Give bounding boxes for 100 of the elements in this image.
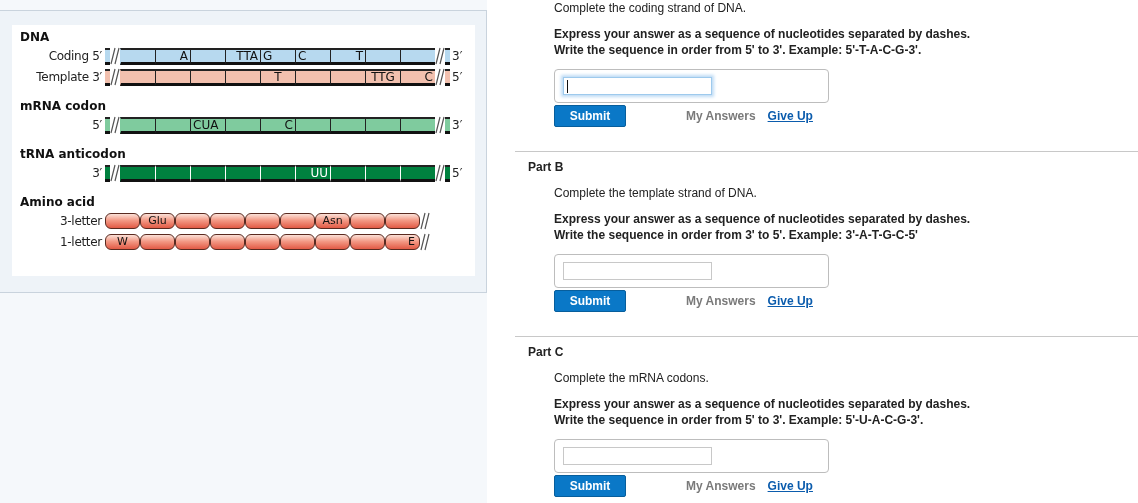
end-label: 3′ [452, 49, 463, 63]
trna-segment [330, 164, 365, 182]
template-strand-segment [120, 68, 155, 86]
template-strand-segment [155, 68, 190, 86]
answer-instructions: Write the sequence in order from 3' to 5'. Example: 3'-A-T-G-C-5' [554, 227, 919, 243]
amino-acid-bead: Glu [140, 213, 175, 229]
part-title: Part B [528, 159, 565, 175]
section-title: tRNA anticodon [20, 146, 127, 162]
trna-segment [365, 164, 400, 182]
strand-break-icon [110, 116, 120, 134]
section-title: Amino acid [20, 194, 96, 210]
template-strand-segment: T [260, 68, 295, 86]
strand-end [445, 164, 450, 182]
strand-end [105, 68, 110, 86]
strand-label: 1-letter [59, 235, 102, 249]
give-up-link[interactable]: Give Up [767, 294, 813, 308]
strand-label: Coding 5′ [47, 49, 102, 63]
amino-acid-bead [245, 213, 280, 229]
my-answers-label: My Answers [686, 294, 756, 308]
submit-button[interactable]: Submit [554, 290, 626, 312]
strand-end [445, 47, 450, 65]
amino-acid-bead [280, 213, 315, 229]
submit-button[interactable]: Submit [554, 105, 626, 127]
template-strand-segment: TTG [365, 68, 400, 86]
strand-label: 5′ [91, 118, 102, 132]
strand-break-icon [110, 68, 120, 86]
template-strand-segment [295, 68, 330, 86]
strand-break-icon [435, 47, 445, 65]
amino-acid-bead: E [385, 234, 420, 250]
strand-label: 3′ [91, 166, 102, 180]
give-up-link[interactable]: Give Up [767, 109, 813, 123]
section-title: DNA [20, 29, 51, 45]
trna-segment [120, 164, 155, 182]
part-title: Part C [528, 344, 565, 360]
input-field[interactable] [563, 262, 712, 280]
strand-break-icon [435, 116, 445, 134]
amino-acid-bead [245, 234, 280, 250]
amino-acid-bead [210, 234, 245, 250]
strand-label: Template 3′ [35, 70, 102, 84]
amino-acid-bead [385, 213, 420, 229]
trna-segment [260, 164, 295, 182]
coding-strand-segment: A [155, 47, 190, 65]
question-prompt: Complete the mRNA codons. [554, 370, 710, 386]
my-answers-label: My Answers [686, 109, 756, 123]
mrna-segment: C [260, 116, 295, 134]
amino-acid-bead [210, 213, 245, 229]
answer-instructions: Express your answer as a sequence of nucleotides separated by dashes. [554, 26, 972, 42]
coding-strand-segment: C [295, 47, 330, 65]
strand-end [105, 47, 110, 65]
template-strand-segment [225, 68, 260, 86]
strand-end [105, 164, 110, 182]
mrna-segment [225, 116, 260, 134]
mrna-segment [365, 116, 400, 134]
answer-instructions: Express your answer as a sequence of nucleotides separated by dashes. [554, 396, 972, 412]
coding-strand-segment [190, 47, 225, 65]
strand-break-icon [110, 164, 120, 182]
strand-end [105, 116, 110, 134]
strand-break-icon [435, 164, 445, 182]
my-answers-label: My Answers [686, 479, 756, 493]
amino-acid-bead [350, 213, 385, 229]
coding-strand-segment [365, 47, 400, 65]
mrna-segment [400, 116, 435, 134]
coding-strand-segment: TTA [225, 47, 260, 65]
submit-button[interactable]: Submit [554, 475, 626, 497]
trna-segment [190, 164, 225, 182]
trna-segment: UU [295, 164, 330, 182]
strand-end [445, 116, 450, 134]
amino-acid-bead [175, 234, 210, 250]
strand-end [445, 68, 450, 86]
template-strand-segment: C [400, 68, 435, 86]
answer-instructions: Write the sequence in order from 5' to 3'. Example: 5'-T-A-C-G-3'. [554, 42, 923, 58]
coding-strand-segment [120, 47, 155, 65]
end-label: 3′ [452, 118, 463, 132]
mrna-segment [155, 116, 190, 134]
amino-acid-bead: Asn [315, 213, 350, 229]
strand-break-icon [420, 212, 430, 230]
trna-segment [400, 164, 435, 182]
amino-acid-bead [315, 234, 350, 250]
amino-acid-bead: W [105, 234, 140, 250]
end-label: 5′ [452, 70, 463, 84]
mrna-segment [330, 116, 365, 134]
template-strand-segment [330, 68, 365, 86]
text-cursor [567, 80, 568, 93]
input-field[interactable] [563, 77, 712, 95]
trna-segment [155, 164, 190, 182]
template-strand-segment [190, 68, 225, 86]
mrna-segment: CUA [190, 116, 225, 134]
amino-acid-bead [175, 213, 210, 229]
give-up-link[interactable]: Give Up [767, 479, 813, 493]
strand-break-icon [435, 68, 445, 86]
input-field[interactable] [563, 447, 712, 465]
trna-segment [225, 164, 260, 182]
question-prompt: Complete the coding strand of DNA. [554, 0, 748, 16]
mrna-segment [295, 116, 330, 134]
strand-label: 3-letter [59, 214, 102, 228]
section-title: mRNA codon [20, 98, 107, 114]
coding-strand-segment: T [330, 47, 365, 65]
answer-instructions: Express your answer as a sequence of nucleotides separated by dashes. [554, 211, 972, 227]
end-label: 5′ [452, 166, 463, 180]
amino-acid-bead [140, 234, 175, 250]
